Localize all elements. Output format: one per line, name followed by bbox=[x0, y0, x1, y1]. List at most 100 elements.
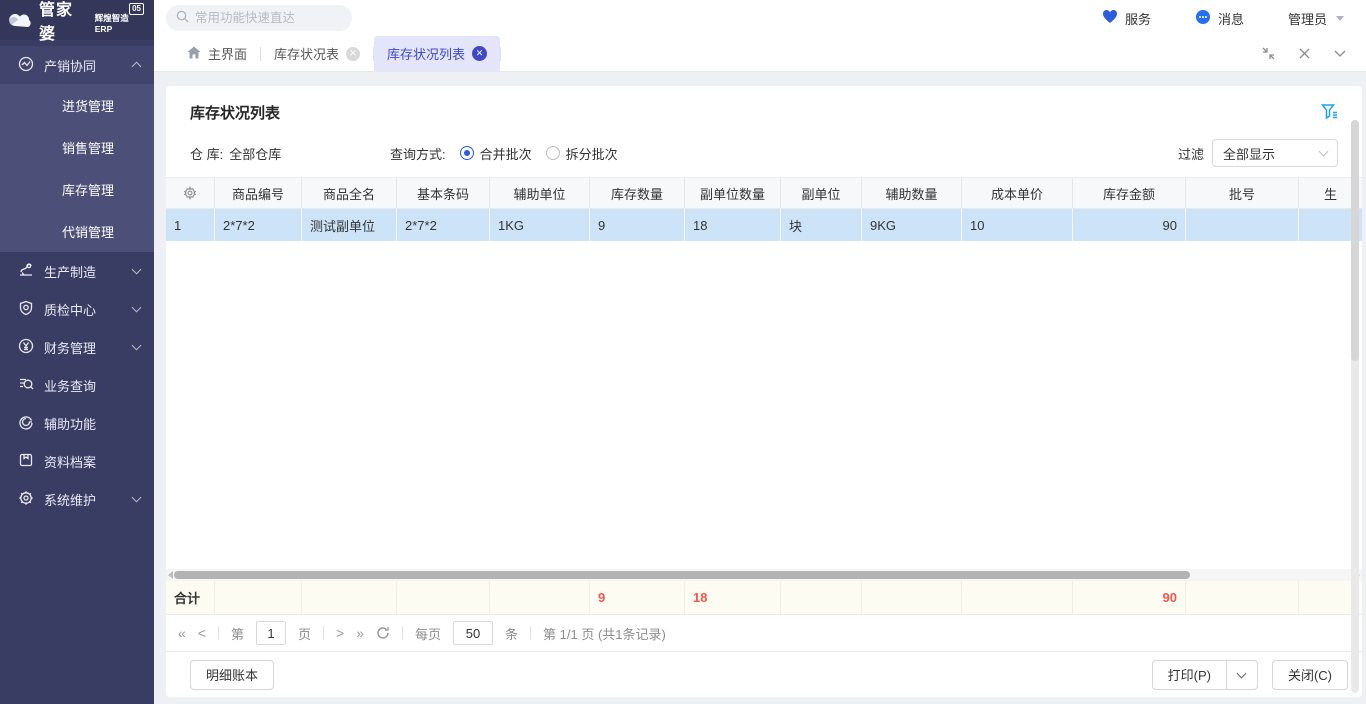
filter-funnel-icon[interactable] bbox=[1321, 103, 1338, 123]
sidebar-item-label: 系统维护 bbox=[44, 490, 123, 509]
user-label: 管理员 bbox=[1288, 9, 1327, 28]
message-bubble-icon bbox=[1195, 9, 1211, 28]
subitem-label: 进货管理 bbox=[62, 96, 114, 115]
search-input[interactable] bbox=[195, 11, 335, 25]
row-number-cell: 1 bbox=[166, 209, 215, 241]
cloud-logo-icon bbox=[8, 11, 34, 30]
sidebar-subitem-inventory[interactable]: 库存管理 bbox=[0, 168, 154, 210]
print-dropdown-button[interactable] bbox=[1226, 660, 1258, 690]
column-header[interactable]: 成本单价 bbox=[962, 178, 1073, 208]
logo-version-badge: 05 bbox=[129, 3, 144, 15]
sidebar-item-production-sales[interactable]: 产销协同 bbox=[0, 46, 154, 84]
filter-select[interactable]: 全部显示 bbox=[1212, 139, 1338, 167]
service-label: 服务 bbox=[1125, 9, 1151, 28]
column-header[interactable]: 副单位数量 bbox=[685, 178, 781, 208]
sidebar-item-archives[interactable]: 资料档案 bbox=[0, 442, 154, 480]
first-page-button[interactable]: « bbox=[178, 625, 186, 641]
cell-stock-qty: 9 bbox=[590, 209, 685, 241]
column-header[interactable]: 基本条码 bbox=[397, 178, 490, 208]
cell-stock-amount: 90 bbox=[1073, 209, 1186, 241]
column-header[interactable]: 库存数量 bbox=[590, 178, 685, 208]
scrollbar-thumb[interactable] bbox=[174, 571, 1190, 579]
sidebar-item-system-maintenance[interactable]: 系统维护 bbox=[0, 480, 154, 518]
close-icon[interactable] bbox=[1299, 48, 1310, 59]
sidebar-item-manufacturing[interactable]: 生产制造 bbox=[0, 252, 154, 290]
maximize-icon[interactable] bbox=[1262, 47, 1275, 60]
tab-close-icon[interactable]: ✕ bbox=[472, 46, 487, 61]
tab-close-icon[interactable]: ✕ bbox=[346, 47, 360, 61]
last-page-button[interactable]: » bbox=[356, 625, 364, 641]
cell-aux-qty: 9KG bbox=[862, 209, 962, 241]
collapse-icon[interactable] bbox=[1334, 50, 1346, 58]
page-number-input[interactable] bbox=[256, 621, 286, 645]
cell-batch-no bbox=[1186, 209, 1299, 241]
radio-checked-icon bbox=[460, 146, 474, 160]
logo-subtitle: 辉煌智造ERP bbox=[95, 12, 146, 34]
topbar: 服务 消息 管理员 bbox=[154, 0, 1366, 36]
column-header[interactable]: 商品全名 bbox=[302, 178, 397, 208]
scrollbar-thumb[interactable] bbox=[1351, 120, 1359, 361]
horizontal-scrollbar[interactable] bbox=[166, 569, 1362, 581]
sidebar-subitem-purchase[interactable]: 进货管理 bbox=[0, 84, 154, 126]
radio-split-batch[interactable]: 拆分批次 bbox=[546, 144, 618, 163]
table-row[interactable]: 1 2*7*2 测试副单位 2*7*2 1KG 9 18 块 9KG 10 90 bbox=[166, 209, 1362, 241]
column-header[interactable]: 库存金额 bbox=[1073, 178, 1186, 208]
detail-ledger-button[interactable]: 明细账本 bbox=[190, 660, 274, 690]
cell-barcode: 2*7*2 bbox=[397, 209, 490, 241]
prev-page-button[interactable]: < bbox=[198, 625, 206, 641]
total-cell bbox=[781, 581, 862, 614]
sidebar-item-label: 资料档案 bbox=[44, 452, 140, 471]
cell-cost-price: 10 bbox=[962, 209, 1073, 241]
table-total-row: 合计 9 18 90 bbox=[166, 581, 1362, 615]
chevron-down-icon bbox=[132, 493, 142, 503]
sidebar-subitem-sales[interactable]: 销售管理 bbox=[0, 126, 154, 168]
column-header[interactable]: 商品编号 bbox=[215, 178, 302, 208]
archive-icon bbox=[18, 452, 34, 471]
sidebar-item-auxiliary[interactable]: 辅助功能 bbox=[0, 404, 154, 442]
logo-title: 管家婆 bbox=[39, 0, 90, 44]
per-page-suffix-label: 条 bbox=[505, 624, 518, 643]
next-page-button[interactable]: > bbox=[336, 625, 344, 641]
user-menu[interactable]: 管理员 bbox=[1288, 9, 1344, 28]
print-button[interactable]: 打印(P) bbox=[1152, 660, 1227, 690]
service-heart-icon bbox=[1102, 9, 1118, 27]
sidebar-item-label: 生产制造 bbox=[44, 262, 123, 281]
column-settings-header[interactable] bbox=[166, 178, 215, 208]
vertical-scrollbar[interactable] bbox=[1351, 120, 1359, 693]
radio-merge-batch[interactable]: 合并批次 bbox=[460, 144, 532, 163]
column-header[interactable]: 辅助数量 bbox=[862, 178, 962, 208]
subitem-label: 代销管理 bbox=[62, 222, 114, 241]
subitem-label: 销售管理 bbox=[62, 138, 114, 157]
footer-bar: 明细账本 打印(P) 关闭(C) bbox=[166, 651, 1362, 697]
chevron-down-icon bbox=[132, 265, 142, 275]
message-menu[interactable]: 消息 bbox=[1195, 9, 1244, 28]
sidebar-submenu: 进货管理 销售管理 库存管理 代销管理 bbox=[0, 84, 154, 252]
per-page-input[interactable] bbox=[453, 621, 493, 645]
table-header-row: 商品编号 商品全名 基本条码 辅助单位 库存数量 副单位数量 副单位 辅助数量 … bbox=[166, 177, 1362, 209]
chevron-down-icon bbox=[1319, 147, 1329, 157]
service-menu[interactable]: 服务 bbox=[1102, 9, 1151, 28]
refresh-icon[interactable] bbox=[376, 626, 390, 640]
tab-inventory-status[interactable]: 库存状况表 ✕ bbox=[261, 36, 373, 71]
content: 库存状况列表 仓 库: 全部仓库 查询方式: 合并批次 bbox=[154, 72, 1366, 704]
column-header[interactable]: 辅助单位 bbox=[490, 178, 590, 208]
scroll-left-icon[interactable] bbox=[168, 571, 173, 579]
total-cell bbox=[302, 581, 397, 614]
home-icon bbox=[187, 46, 201, 62]
total-stock-amount: 90 bbox=[1073, 581, 1186, 614]
tab-inventory-status-list[interactable]: 库存状况列表 ✕ bbox=[374, 36, 500, 71]
subitem-label: 库存管理 bbox=[62, 180, 114, 199]
close-button[interactable]: 关闭(C) bbox=[1272, 660, 1348, 690]
sidebar-item-business-query[interactable]: 业务查询 bbox=[0, 366, 154, 404]
sidebar-subitem-consignment[interactable]: 代销管理 bbox=[0, 210, 154, 252]
sidebar-item-quality[interactable]: 质检中心 bbox=[0, 290, 154, 328]
column-header[interactable]: 副单位 bbox=[781, 178, 862, 208]
column-header[interactable]: 批号 bbox=[1186, 178, 1299, 208]
tab-home[interactable]: 主界面 bbox=[174, 36, 260, 71]
sync-circle-icon bbox=[18, 56, 34, 75]
sidebar-item-finance[interactable]: 财务管理 bbox=[0, 328, 154, 366]
warehouse-label: 仓 库: bbox=[190, 144, 223, 163]
quick-search[interactable] bbox=[166, 5, 352, 31]
app-logo[interactable]: 管家婆 辉煌智造ERP 05 bbox=[0, 0, 154, 40]
pager-divider bbox=[323, 626, 324, 640]
